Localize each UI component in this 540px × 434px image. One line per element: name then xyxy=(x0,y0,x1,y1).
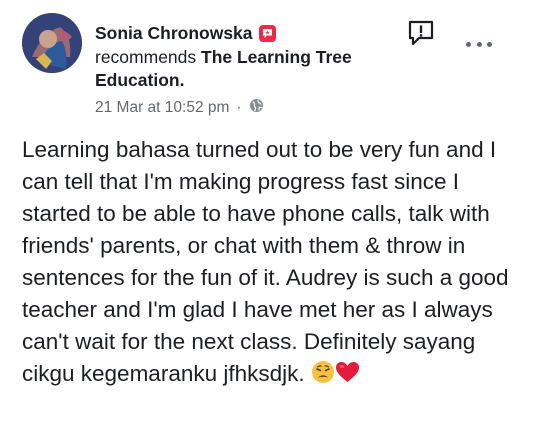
red-heart-icon xyxy=(335,360,360,393)
report-button[interactable] xyxy=(406,18,436,48)
post-body: Learning bahasa turned out to be very fu… xyxy=(22,134,527,393)
post-header: Sonia Chronowska recommends The Learning… xyxy=(95,22,395,118)
avatar[interactable] xyxy=(22,13,82,73)
more-options-button[interactable] xyxy=(466,38,492,50)
recommendation-line: recommends The Learning Tree Education. xyxy=(95,46,395,92)
report-icon xyxy=(408,20,434,46)
recommendation-badge-icon xyxy=(258,24,276,42)
meta-separator: · xyxy=(236,99,242,116)
author-name[interactable]: Sonia Chronowska xyxy=(95,23,253,44)
more-options-icon-dot xyxy=(487,41,492,47)
recommends-text: recommends xyxy=(95,47,202,67)
post-timestamp[interactable]: 21 Mar at 10:52 pm xyxy=(95,99,229,117)
weary-face-icon xyxy=(311,360,335,393)
more-options-icon-dot xyxy=(466,41,471,47)
post-body-text: Learning bahasa turned out to be very fu… xyxy=(22,137,509,386)
more-options-icon-dot xyxy=(476,41,482,47)
globe-icon xyxy=(249,98,264,118)
post-meta: 21 Mar at 10:52 pm · xyxy=(95,98,395,118)
author-row: Sonia Chronowska xyxy=(95,22,395,44)
